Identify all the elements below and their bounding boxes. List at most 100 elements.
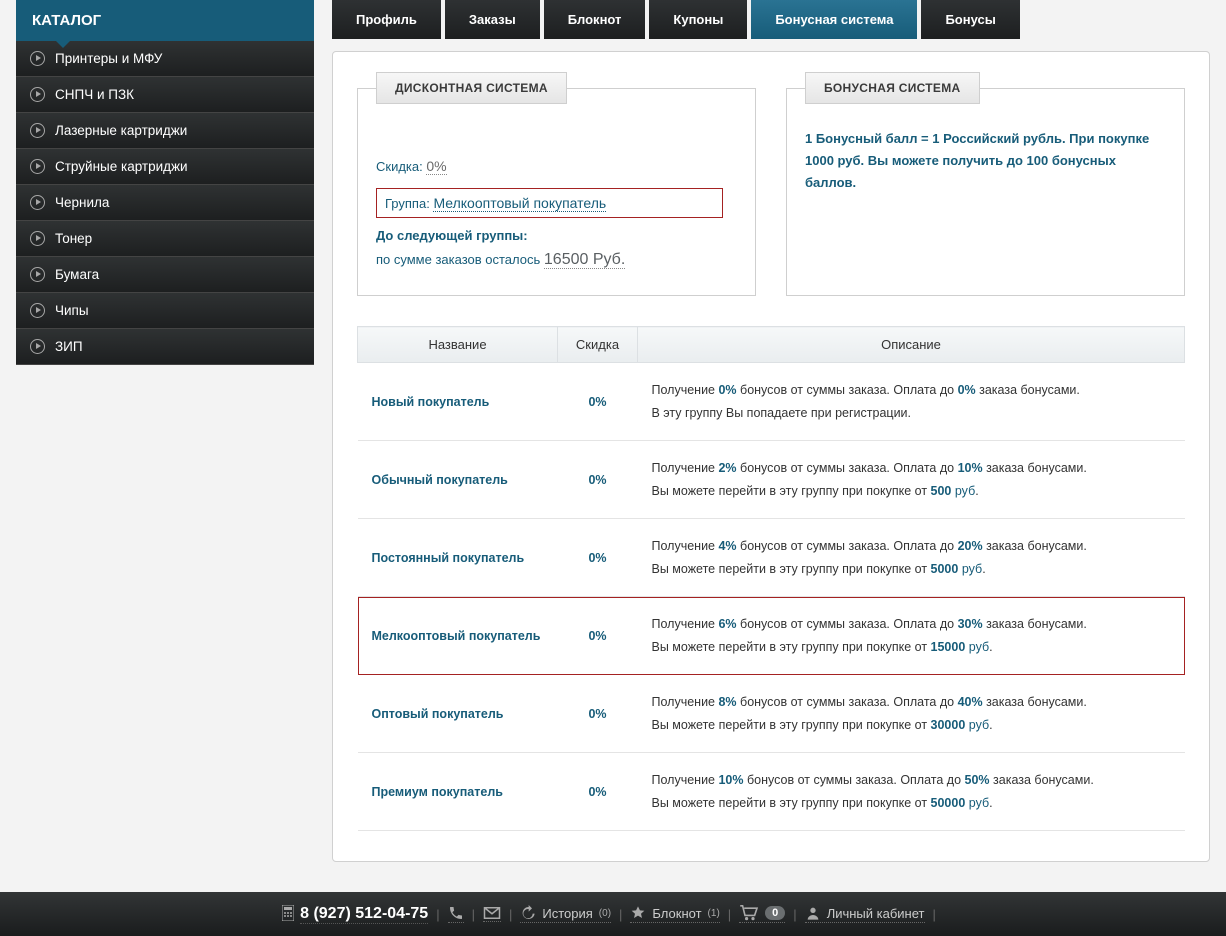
catalog-item-label: ЗИП xyxy=(55,339,83,354)
tab[interactable]: Бонусы xyxy=(921,0,1019,39)
catalog-item-label: Принтеры и МФУ xyxy=(55,51,162,66)
tabs: ПрофильЗаказыБлокнотКупоныБонусная систе… xyxy=(332,0,1210,39)
row-desc: Получение 2% бонусов от суммы заказа. Оп… xyxy=(638,441,1185,519)
table-row: Премиум покупатель0%Получение 10% бонусо… xyxy=(358,753,1185,831)
row-desc: Получение 6% бонусов от суммы заказа. Оп… xyxy=(638,597,1185,675)
catalog-item-label: СНПЧ и ПЗК xyxy=(55,87,134,102)
row-name[interactable]: Новый покупатель xyxy=(358,363,558,441)
row-desc: Получение 0% бонусов от суммы заказа. Оп… xyxy=(638,363,1185,441)
star-icon xyxy=(630,905,646,921)
row-name[interactable]: Постоянный покупатель xyxy=(358,519,558,597)
catalog-item[interactable]: СНПЧ и ПЗК xyxy=(16,77,314,113)
table-row: Обычный покупатель0%Получение 2% бонусов… xyxy=(358,441,1185,519)
catalog-item-label: Бумага xyxy=(55,267,99,282)
discount-skidka-value: 0% xyxy=(426,158,446,175)
footer-account[interactable]: Личный кабинет xyxy=(805,905,925,923)
discount-fieldset: ДИСКОНТНАЯ СИСТЕМА Скидка: 0% Группа: Ме… xyxy=(357,72,756,296)
calc-icon xyxy=(282,905,294,924)
footer-mail-button[interactable] xyxy=(483,906,501,922)
row-discount: 0% xyxy=(558,363,638,441)
footer-cart-count: 0 xyxy=(765,906,785,920)
phone-icon xyxy=(448,905,464,921)
footer-phone[interactable]: 8 (927) 512-04-75 xyxy=(300,905,428,924)
discount-legend: ДИСКОНТНАЯ СИСТЕМА xyxy=(376,72,567,104)
tab[interactable]: Купоны xyxy=(649,0,747,39)
footer-call-button[interactable] xyxy=(448,905,464,923)
row-name[interactable]: Оптовый покупатель xyxy=(358,675,558,753)
catalog-item[interactable]: Лазерные картриджи xyxy=(16,113,314,149)
footer-notepad[interactable]: Блокнот (1) xyxy=(630,905,719,923)
row-desc: Получение 10% бонусов от суммы заказа. О… xyxy=(638,753,1185,831)
row-desc: Получение 8% бонусов от суммы заказа. Оп… xyxy=(638,675,1185,753)
bonus-fieldset: БОНУСНАЯ СИСТЕМА 1 Бонусный балл = 1 Рос… xyxy=(786,72,1185,296)
catalog-item[interactable]: Чернила xyxy=(16,185,314,221)
catalog-item[interactable]: Струйные картриджи xyxy=(16,149,314,185)
row-name[interactable]: Обычный покупатель xyxy=(358,441,558,519)
play-icon xyxy=(30,123,45,138)
play-icon xyxy=(30,267,45,282)
th-name: Название xyxy=(358,327,558,363)
tab[interactable]: Бонусная система xyxy=(751,0,917,39)
catalog-item-label: Чернила xyxy=(55,195,109,210)
tab[interactable]: Блокнот xyxy=(544,0,646,39)
catalog-sidebar: КАТАЛОГ Принтеры и МФУ СНПЧ и ПЗК Лазерные… xyxy=(16,0,314,862)
footer-notepad-count: (1) xyxy=(708,908,720,919)
discount-next-prefix: по сумме заказов осталось xyxy=(376,252,540,267)
tab[interactable]: Заказы xyxy=(445,0,540,39)
catalog-item-label: Лазерные картриджи xyxy=(55,123,187,138)
bonus-legend: БОНУСНАЯ СИСТЕМА xyxy=(805,72,980,104)
groups-table: Название Скидка Описание Новый покупател… xyxy=(357,326,1185,831)
row-discount: 0% xyxy=(558,441,638,519)
catalog-item[interactable]: ЗИП xyxy=(16,329,314,365)
footer-history-count: (0) xyxy=(599,908,611,919)
catalog-item-label: Чипы xyxy=(55,303,89,318)
th-discount: Скидка xyxy=(558,327,638,363)
footer-notepad-label: Блокнот xyxy=(652,906,701,921)
row-discount: 0% xyxy=(558,675,638,753)
discount-skidka-label: Скидка: xyxy=(376,159,423,174)
footer-history-label: История xyxy=(542,906,592,921)
history-icon xyxy=(520,905,536,921)
play-icon xyxy=(30,87,45,102)
row-name[interactable]: Мелкооптовый покупатель xyxy=(358,597,558,675)
discount-group-value[interactable]: Мелкооптовый покупатель xyxy=(433,195,606,212)
catalog-item[interactable]: Тонер xyxy=(16,221,314,257)
play-icon xyxy=(30,339,45,354)
row-name[interactable]: Премиум покупатель xyxy=(358,753,558,831)
play-icon xyxy=(30,159,45,174)
table-row: Постоянный покупатель0%Получение 4% бону… xyxy=(358,519,1185,597)
play-icon xyxy=(30,51,45,66)
th-desc: Описание xyxy=(638,327,1185,363)
row-discount: 0% xyxy=(558,753,638,831)
catalog-item[interactable]: Бумага xyxy=(16,257,314,293)
play-icon xyxy=(30,303,45,318)
footer-history[interactable]: История (0) xyxy=(520,905,611,923)
play-icon xyxy=(30,231,45,246)
mail-icon xyxy=(483,906,501,920)
discount-next-label: До следующей группы: xyxy=(376,228,737,243)
discount-skidka-row: Скидка: 0% xyxy=(376,158,737,174)
catalog-item-label: Струйные картриджи xyxy=(55,159,188,174)
cart-icon xyxy=(739,905,759,921)
table-row: Мелкооптовый покупатель0%Получение 6% бо… xyxy=(358,597,1185,675)
tab[interactable]: Профиль xyxy=(332,0,441,39)
content-box: ДИСКОНТНАЯ СИСТЕМА Скидка: 0% Группа: Ме… xyxy=(332,51,1210,862)
row-desc: Получение 4% бонусов от суммы заказа. Оп… xyxy=(638,519,1185,597)
footer-cart[interactable]: 0 xyxy=(739,905,785,923)
footer-bar: 8 (927) 512-04-75 | | | История(0) | Бло… xyxy=(0,892,1226,936)
footer-account-label: Личный кабинет xyxy=(827,906,925,921)
catalog-header: КАТАЛОГ xyxy=(16,0,314,41)
play-icon xyxy=(30,195,45,210)
discount-next-value: по сумме заказов осталось 16500 Руб. xyxy=(376,251,737,269)
row-discount: 0% xyxy=(558,597,638,675)
user-icon xyxy=(805,905,821,921)
row-discount: 0% xyxy=(558,519,638,597)
catalog-item[interactable]: Чипы xyxy=(16,293,314,329)
table-row: Новый покупатель0%Получение 0% бонусов о… xyxy=(358,363,1185,441)
discount-group-row: Группа: Мелкооптовый покупатель xyxy=(376,188,723,218)
catalog-item-label: Тонер xyxy=(55,231,92,246)
discount-group-label: Группа: xyxy=(385,196,430,211)
table-row: Оптовый покупатель0%Получение 8% бонусов… xyxy=(358,675,1185,753)
discount-next-amount: 16500 Руб. xyxy=(544,251,625,269)
bonus-text: 1 Бонусный балл = 1 Российский рубль. Пр… xyxy=(805,128,1166,194)
